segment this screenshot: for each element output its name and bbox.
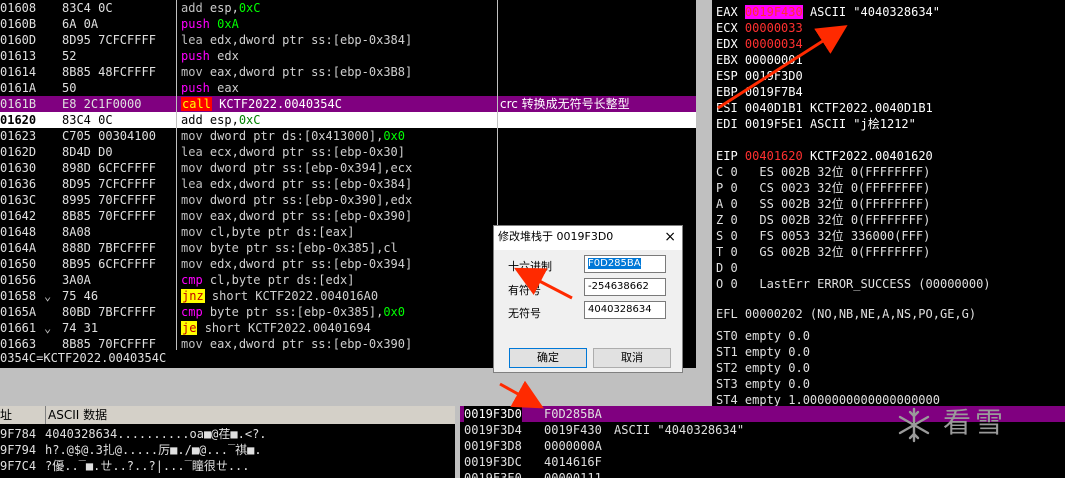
arrow-to-hex-field [514, 267, 573, 300]
annotation-arrows [499, 25, 848, 409]
arrow-to-stack-top [499, 380, 544, 409]
arrow-to-eax [717, 25, 848, 110]
